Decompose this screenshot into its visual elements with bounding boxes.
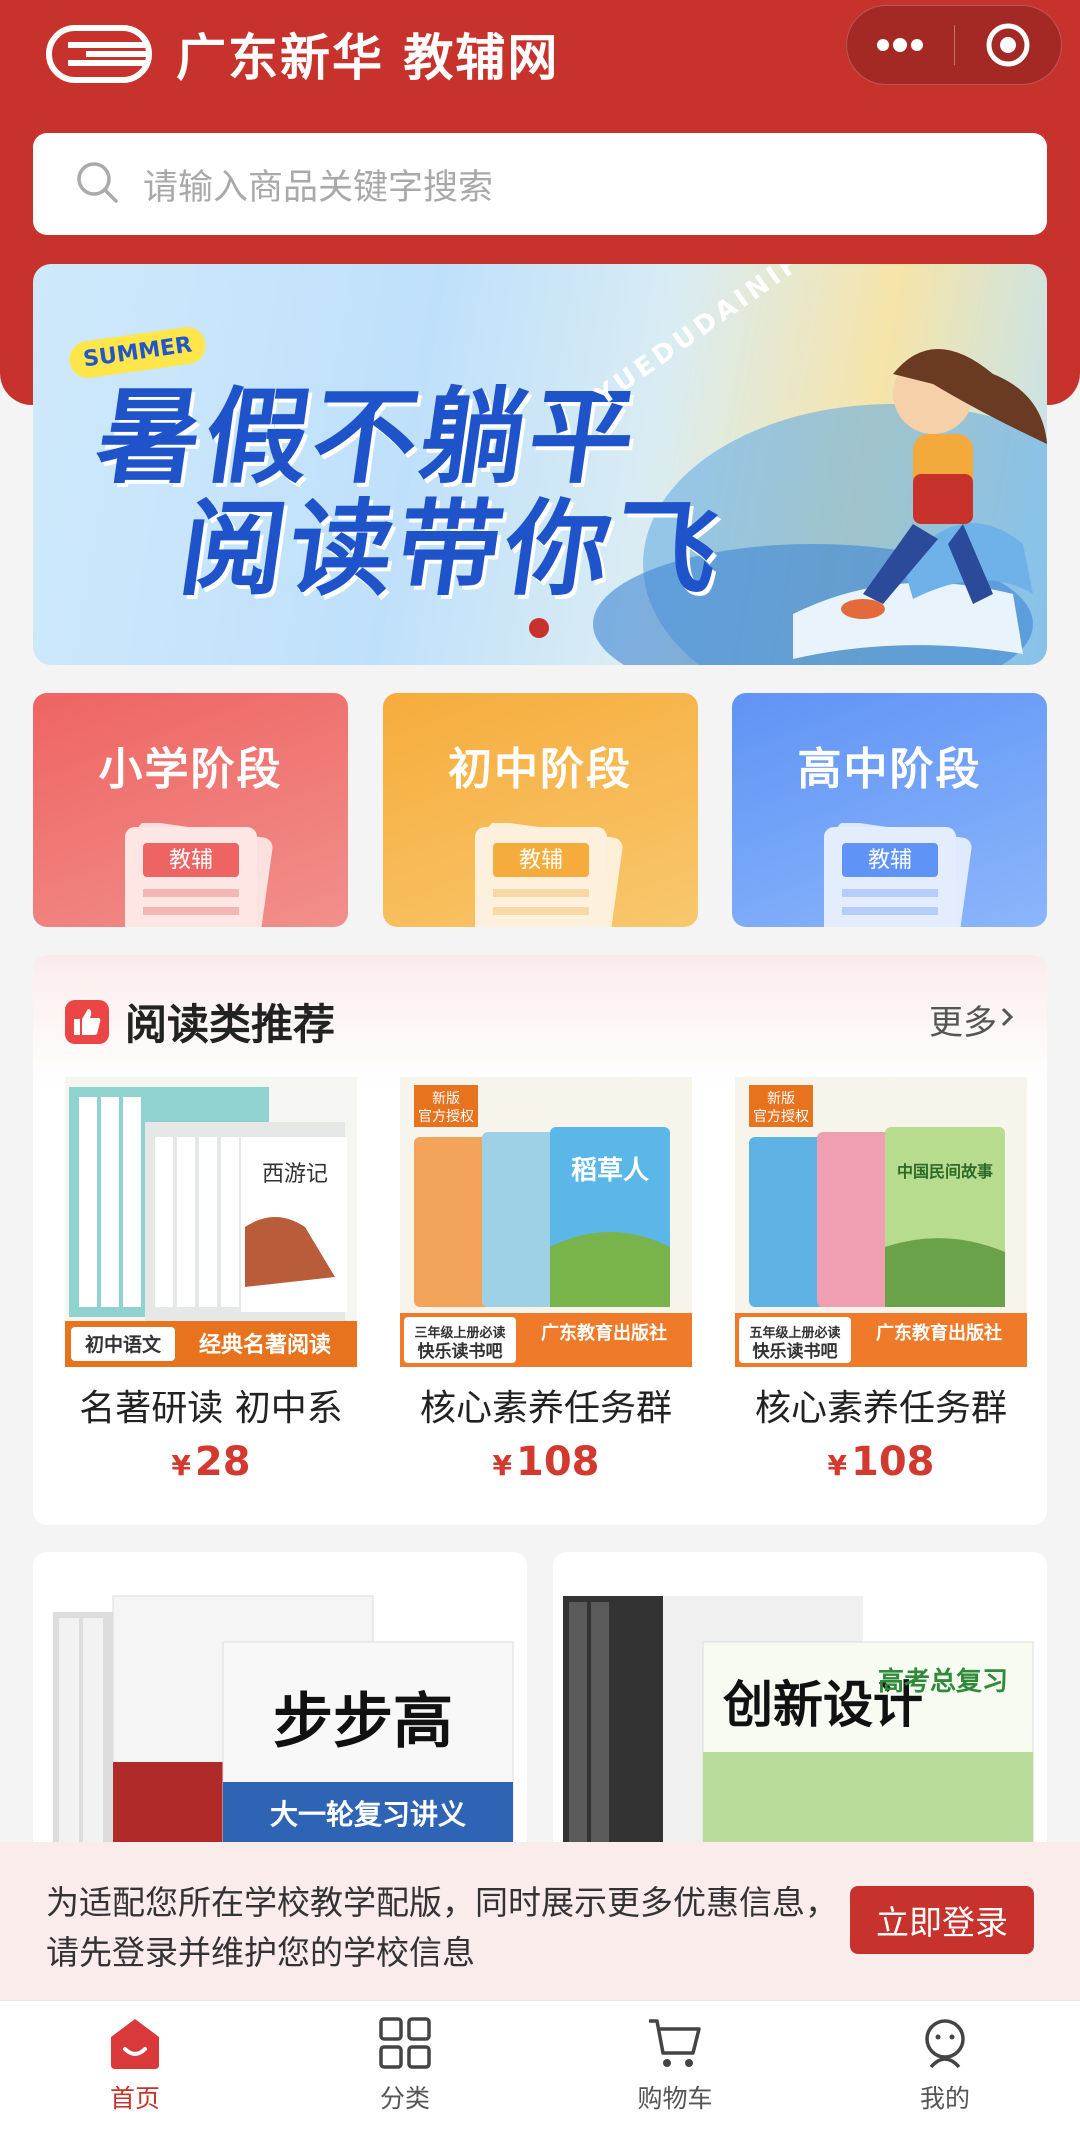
cover-tag-right: 经典名著阅读 [199,1332,331,1358]
tab-category[interactable]: 分类 [270,2001,540,2141]
stage-card-junior[interactable]: 初中阶段 教辅 [382,693,698,927]
product-list: 西游记 初中语文 经典名著阅读 名著研读 初中系 ¥28 稻草人 新版 官方授权… [65,1077,1027,1485]
miniapp-capsule [846,5,1062,85]
product-name: 核心素养任务群 [419,1388,672,1429]
section-title: 阅读类推荐 [125,1000,336,1049]
tab-label: 购物车 [637,2084,713,2113]
xinhua-logo-icon [46,25,152,83]
corner-badge: 新版 [432,1091,460,1107]
tab-home[interactable]: 首页 [0,2001,270,2141]
banner-headline-2: 阅读带你飞 [173,488,731,610]
product-image: 步步高 大一轮复习讲义 [33,1552,527,1852]
product-name: 名著研读 初中系 [79,1388,343,1429]
more-dots-icon[interactable] [847,5,954,85]
product-price: ¥108 [735,1439,1027,1485]
stage-badge: 教辅 [169,848,213,873]
tab-label: 分类 [379,2084,430,2113]
price-value: 108 [850,1439,935,1485]
product-grid: 步步高 大一轮复习讲义 创新设计 高考总复习 [33,1552,1047,1852]
price-value: 108 [515,1439,600,1485]
cover-series-line: 快乐读书吧 [418,1341,503,1362]
more-label: 更多 [929,1003,997,1043]
stage-cards: 小学阶段 教辅 初中阶段 教辅 高中阶段 教辅 [33,693,1047,927]
cover-title: 中国民间故事 [897,1162,993,1181]
currency-symbol: ¥ [827,1449,847,1482]
login-button[interactable]: 立即登录 [850,1886,1034,1954]
product-card[interactable]: 步步高 大一轮复习讲义 [33,1552,527,1852]
stage-badge: 教辅 [868,848,912,873]
price-value: 28 [194,1439,251,1485]
stage-card-senior[interactable]: 高中阶段 教辅 [732,693,1047,927]
reading-recommendations: 阅读类推荐 更多 西游记 初中语文 经典名著阅读 名著研读 初中系 ¥ 28 稻… [33,955,1047,1525]
cover-grade-line: 三年级上册必读 [414,1325,505,1341]
home-icon [107,2015,163,2075]
cover-tag-left: 初中语文 [85,1333,162,1356]
cover-tag-right: 广东教育出版社 [541,1322,667,1344]
tab-label: 我的 [919,2084,970,2113]
book-icon: 教辅 [474,821,625,927]
product-card[interactable]: 稻草人 新版 官方授权 三年级上册必读 快乐读书吧 广东教育出版社 核心素养任务… [400,1077,692,1485]
currency-symbol: ¥ [492,1449,512,1482]
tab-profile[interactable]: 我的 [810,2001,1080,2141]
stage-label: 初中阶段 [448,744,632,795]
book-icon: 教辅 [824,821,974,927]
cover-series-line: 快乐读书吧 [753,1341,838,1362]
corner-badge: 新版 [767,1091,795,1107]
stage-badge: 教辅 [518,848,562,873]
tab-cart[interactable]: 购物车 [540,2001,810,2141]
product-name: 核心素养任务群 [754,1388,1007,1429]
stage-label: 高中阶段 [797,744,982,795]
product-image: 中国民间故事 新版 官方授权 五年级上册必读 快乐读书吧 广东教育出版社 [735,1077,1027,1367]
bottom-tab-bar: 首页 分类 购物车 我的 [0,2000,1080,2141]
corner-badge: 官方授权 [753,1109,809,1125]
banner-indicator-dot[interactable] [529,618,549,638]
section-header: 阅读类推荐 [65,991,335,1052]
product-image: 稻草人 新版 官方授权 三年级上册必读 快乐读书吧 广东教育出版社 [400,1077,692,1367]
book-icon: 教辅 [125,821,275,927]
tab-label: 首页 [109,2084,160,2113]
promo-banner[interactable]: SUMMER 暑假不躺平 阅读带你飞 YUEDUDAINIFEI [33,264,1047,665]
product-image: 西游记 初中语文 经典名著阅读 [65,1077,357,1367]
product-card[interactable]: 中国民间故事 新版 官方授权 五年级上册必读 快乐读书吧 广东教育出版社 核心素… [735,1077,1027,1485]
product-price: ¥28 [65,1439,357,1485]
corner-badge: 官方授权 [418,1109,474,1125]
target-icon[interactable] [954,5,1061,85]
cover-grade-line: 五年级上册必读 [749,1325,840,1341]
chevron-right-icon [997,1000,1017,1040]
product-price: ¥108 [400,1439,692,1485]
cover-subtitle: 大一轮复习讲义 [270,1798,466,1831]
thumbs-up-icon [65,999,109,1044]
product-card[interactable]: 西游记 初中语文 经典名著阅读 名著研读 初中系 ¥28 [65,1077,357,1485]
more-link[interactable]: 更多 [929,995,1017,1044]
search-icon [75,160,119,208]
product-image: 创新设计 高考总复习 [553,1552,1047,1852]
cover-tag-right: 广东教育出版社 [876,1322,1002,1344]
cart-icon [647,2015,703,2075]
currency-symbol: ¥ [171,1449,191,1482]
search-input[interactable]: 请输入商品关键字搜索 [33,133,1047,235]
brand-logo: 广东新华 教辅网 [46,18,559,90]
category-icon [377,2015,433,2075]
cover-title: 稻草人 [571,1156,649,1186]
brand-name: 广东新华 教辅网 [176,29,560,87]
stage-card-primary[interactable]: 小学阶段 教辅 [33,693,348,927]
cover-subtitle: 高考总复习 [878,1666,1008,1697]
cover-title: 步步高 [273,1687,453,1757]
search-placeholder: 请输入商品关键字搜索 [143,167,494,208]
cover-title: 西游记 [262,1162,328,1187]
product-card[interactable]: 创新设计 高考总复习 [553,1552,1047,1852]
profile-icon [917,2015,973,2075]
login-prompt-text: 为适配您所在学校教学配版，同时展示更多优惠信息，请先登录并维护您的学校信息 [46,1883,838,1972]
stage-label: 小学阶段 [98,744,283,795]
